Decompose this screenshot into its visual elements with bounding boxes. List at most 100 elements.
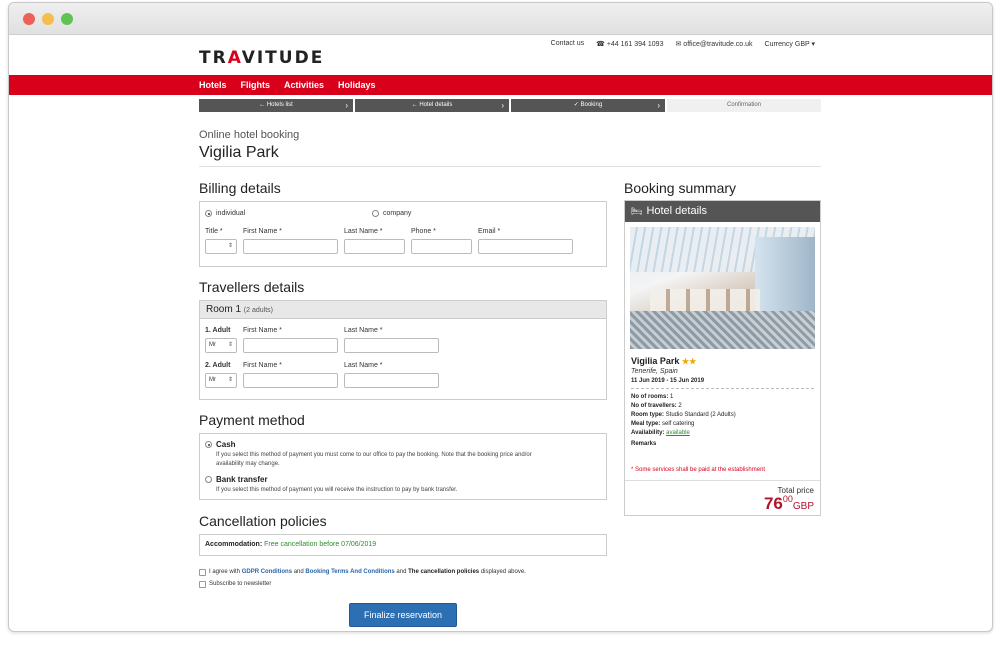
summary-title: Booking summary — [624, 180, 737, 196]
bed-icon: 🛏 — [631, 206, 643, 216]
cancellation-box: Accommodation: Free cancellation before … — [199, 534, 607, 556]
total-currency: GBP — [792, 501, 814, 512]
title-label: Title * — [205, 228, 223, 235]
summary-note: * Some services shall be paid at the est… — [631, 467, 766, 473]
chevron-right-icon: › — [657, 101, 660, 110]
select-value: Mr — [209, 377, 216, 383]
agree-and: and — [396, 569, 407, 575]
contact-link[interactable]: Contact us — [551, 40, 584, 48]
cash-radio[interactable] — [205, 441, 212, 448]
summary-location: Tenerife, Spain — [631, 368, 678, 375]
nav-flights[interactable]: Flights — [241, 80, 271, 90]
adult-2-label: 2. Adult — [205, 362, 231, 369]
email-text: office@travitude.co.uk — [683, 41, 753, 48]
step-label: Booking — [580, 102, 603, 108]
phone-link[interactable]: ☎ +44 161 394 1093 — [596, 40, 663, 48]
summary-travellers: No of travellers: 2 — [631, 403, 682, 409]
phone-input[interactable] — [411, 239, 472, 254]
individual-radio[interactable] — [205, 210, 212, 217]
adult-2-last-name-label: Last Name * — [344, 362, 383, 369]
terms-link[interactable]: Booking Terms And Conditions — [305, 569, 394, 575]
cancellation-label: Accommodation: — [205, 541, 263, 548]
currency-dropdown[interactable]: Currency GBP ▾ — [765, 40, 815, 48]
step-label: Hotels list — [266, 102, 293, 108]
agree-and: and — [293, 569, 304, 575]
phone-label: Phone * — [411, 228, 436, 235]
adult-1-last-name-input[interactable] — [344, 338, 439, 353]
rooms-value: 1 — [670, 394, 674, 400]
check-icon: ✓ — [573, 102, 579, 108]
summary-rooms: No of rooms: 1 — [631, 394, 673, 400]
email-link[interactable]: ✉ office@travitude.co.uk — [675, 40, 752, 48]
summary-availability: Availability: available — [631, 430, 690, 436]
logo-text-1: TR — [199, 48, 228, 68]
adult-2-title-select[interactable]: Mr ⇕ — [205, 373, 237, 388]
minimize-window-button[interactable] — [42, 13, 54, 25]
cancellation-policy: Accommodation: Free cancellation before … — [205, 541, 376, 548]
travitude-logo[interactable]: TRAVITUDE — [199, 48, 324, 68]
travellers-label: No of travellers: — [631, 403, 677, 409]
top-bar: TRAVITUDE Contact us ☎ +44 161 394 1093 … — [199, 36, 821, 74]
adult-2-first-name-input[interactable] — [243, 373, 338, 388]
summary-remarks: Remarks — [631, 441, 656, 447]
first-name-input[interactable] — [243, 239, 338, 254]
billing-section-title: Billing details — [199, 180, 281, 196]
agree-checkbox[interactable] — [199, 569, 206, 576]
company-radio[interactable] — [372, 210, 379, 217]
newsletter-label: Subscribe to newsletter — [209, 581, 272, 587]
gdpr-link[interactable]: GDPR Conditions — [242, 569, 292, 575]
availability-value[interactable]: available — [666, 430, 690, 436]
title-select[interactable]: ⇕ — [205, 239, 237, 254]
chevron-right-icon: › — [501, 101, 504, 110]
adult-1-first-name-label: First Name * — [243, 327, 282, 334]
nav-activities[interactable]: Activities — [284, 80, 324, 90]
cancellation-value: Free cancellation before 07/06/2019 — [264, 541, 377, 548]
travellers-box: Room 1 (2 adults) 1. Adult First Name * … — [199, 300, 607, 400]
summary-meal-type: Meal type: self catering — [631, 421, 694, 427]
total-integer: 76 — [763, 494, 783, 513]
phone-icon: ☎ — [596, 41, 605, 48]
agree-prefix: I agree with — [209, 569, 241, 575]
envelope-icon: ✉ — [675, 41, 682, 48]
browser-titlebar — [9, 3, 992, 35]
step-confirmation: Confirmation — [667, 99, 821, 112]
cancellation-policies-text: The cancellation policies — [408, 569, 480, 575]
currency-text: Currency GBP — [764, 41, 810, 48]
adult-1-first-name-input[interactable] — [243, 338, 338, 353]
meal-label: Meal type: — [631, 421, 661, 427]
booking-summary-panel: 🛏 Hotel details Vigilia Park ★★ Tenerife,… — [624, 200, 821, 516]
agree-text: I agree with GDPR Conditions and Booking… — [209, 569, 526, 575]
step-booking: ✓ Booking › — [511, 99, 665, 112]
email-input[interactable] — [478, 239, 573, 254]
step-hotels-list[interactable]: ← Hotels list › — [199, 99, 353, 112]
newsletter-checkbox[interactable] — [199, 581, 206, 588]
close-window-button[interactable] — [23, 13, 35, 25]
phone-text: +44 161 394 1093 — [606, 41, 664, 48]
first-name-label: First Name * — [243, 228, 282, 235]
adult-1-title-select[interactable]: Mr ⇕ — [205, 338, 237, 353]
chevron-right-icon: › — [345, 101, 348, 110]
adult-2-first-name-label: First Name * — [243, 362, 282, 369]
step-hotel-details[interactable]: ← Hotel details › — [355, 99, 509, 112]
room-note: (2 adults) — [243, 307, 273, 314]
main-nav: Hotels Flights Activities Holidays — [9, 75, 992, 95]
select-value: Mr — [209, 342, 216, 348]
bank-transfer-radio[interactable] — [205, 476, 212, 483]
browser-window: TRAVITUDE Contact us ☎ +44 161 394 1093 … — [8, 2, 993, 632]
payment-box: Cash If you select this method of paymen… — [199, 433, 607, 500]
rooms-label: No of rooms: — [631, 394, 669, 400]
cash-description-line-1: If you select this method of payment you… — [216, 452, 532, 458]
logo-accent: A — [227, 48, 242, 68]
summary-header: 🛏 Hotel details — [625, 201, 820, 222]
finalize-reservation-button[interactable]: Finalize reservation — [349, 603, 457, 627]
last-name-input[interactable] — [344, 239, 405, 254]
travellers-value: 2 — [678, 403, 682, 409]
maximize-window-button[interactable] — [61, 13, 73, 25]
room-label: Room 1 — [206, 304, 242, 315]
page-subtitle: Online hotel booking — [199, 129, 300, 141]
hotel-photo — [630, 227, 815, 349]
adult-2-last-name-input[interactable] — [344, 373, 439, 388]
nav-holidays[interactable]: Holidays — [338, 80, 376, 90]
nav-hotels[interactable]: Hotels — [199, 80, 227, 90]
summary-header-label: Hotel details — [646, 205, 707, 217]
